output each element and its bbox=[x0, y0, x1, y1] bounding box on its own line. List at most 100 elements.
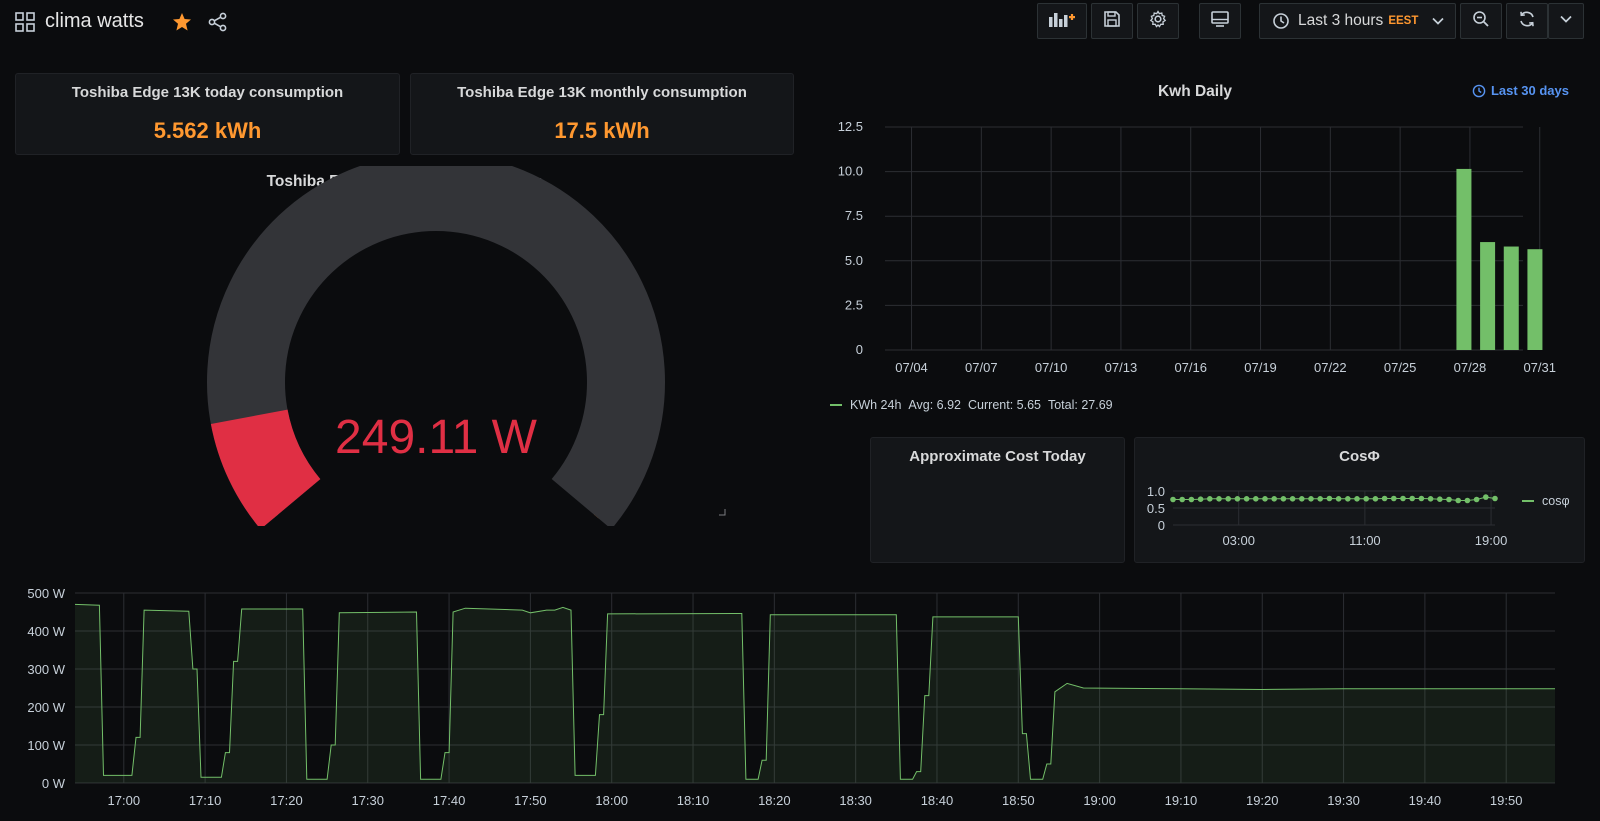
x-tick-label: 07/07 bbox=[965, 360, 998, 375]
save-icon bbox=[1103, 10, 1121, 33]
x-tick-label: 07/04 bbox=[895, 360, 928, 375]
x-tick-label: 03:00 bbox=[1222, 533, 1255, 548]
y-tick-label: 300 W bbox=[27, 662, 65, 677]
apps-grid-icon[interactable] bbox=[14, 10, 36, 34]
add-panel-icon bbox=[1047, 9, 1077, 34]
y-tick-label: 0 W bbox=[42, 776, 66, 791]
cosphi-chart: 0 0.5 1.0 03:00 11:00 19:00 bbox=[1147, 484, 1507, 548]
data-point bbox=[1271, 496, 1277, 502]
y-tick-label: 0 bbox=[1158, 518, 1165, 533]
gauge-panel: Toshiba Edge 13K Current Wattage 249.11 … bbox=[15, 166, 795, 526]
data-point bbox=[1170, 496, 1176, 503]
zoom-out-button[interactable] bbox=[1460, 3, 1502, 39]
star-icon[interactable] bbox=[171, 11, 193, 33]
x-tick-label: 19:00 bbox=[1083, 793, 1116, 808]
x-tick-label: 19:40 bbox=[1409, 793, 1442, 808]
x-tick-label: 07/25 bbox=[1384, 360, 1417, 375]
add-panel-button[interactable] bbox=[1037, 3, 1087, 39]
dashboard-settings-button[interactable] bbox=[1137, 3, 1179, 39]
x-tick-label: 18:20 bbox=[758, 793, 791, 808]
x-tick-label: 19:50 bbox=[1490, 793, 1523, 808]
data-point bbox=[1483, 494, 1489, 500]
x-tick-label: 17:30 bbox=[351, 793, 384, 808]
y-tick-label: 100 W bbox=[27, 738, 65, 753]
data-point bbox=[1400, 495, 1406, 502]
x-tick-label: 07/10 bbox=[1035, 360, 1068, 375]
y-tick-label: 0 bbox=[856, 342, 863, 357]
y-tick-label: 7.5 bbox=[845, 208, 863, 223]
bar bbox=[1456, 168, 1472, 350]
cost-today-title: Approximate Cost Today bbox=[909, 448, 1086, 465]
x-tick-label: 07/31 bbox=[1523, 360, 1556, 375]
data-point bbox=[1289, 496, 1296, 502]
legend-total: Total: 27.69 bbox=[1047, 398, 1113, 412]
stat-panel-monthly: Toshiba Edge 13K monthly consumption 17.… bbox=[410, 73, 794, 155]
data-point bbox=[1363, 496, 1369, 502]
x-tick-label: 18:10 bbox=[677, 793, 710, 808]
tv-mode-button[interactable] bbox=[1199, 3, 1241, 39]
y-tick-label: 10.0 bbox=[838, 164, 863, 179]
data-point bbox=[1308, 496, 1314, 502]
kwh-daily-legend[interactable]: KWh 24h Avg: 6.92 Current: 5.65 Total: 2… bbox=[830, 398, 1113, 412]
stat-monthly-value: 17.5 kWh bbox=[554, 118, 650, 143]
legend-avg: Avg: 6.92 bbox=[908, 398, 962, 412]
cosphi-legend[interactable]: cosφ bbox=[1522, 494, 1570, 508]
x-tick-label: 07/19 bbox=[1244, 360, 1277, 375]
data-point bbox=[1253, 496, 1259, 502]
data-point bbox=[1381, 495, 1388, 502]
gauge-value-arc bbox=[210, 408, 321, 526]
cost-today-panel: Approximate Cost Today bbox=[870, 437, 1125, 563]
data-point bbox=[1455, 497, 1461, 504]
x-tick-label: 07/16 bbox=[1174, 360, 1207, 375]
x-tick-label: 18:40 bbox=[921, 793, 954, 808]
y-tick-label: 400 W bbox=[27, 624, 65, 639]
data-point bbox=[1372, 496, 1379, 502]
x-tick-label: 19:20 bbox=[1246, 793, 1279, 808]
tv-mode-icon bbox=[1210, 10, 1230, 33]
kwh-daily-panel: Kwh Daily Last 30 days 0 2.5 5.0 7.5 10.0 12.… bbox=[805, 73, 1585, 418]
gauge-chart: 249.11 W bbox=[207, 166, 726, 526]
x-tick-label: 17:00 bbox=[108, 793, 141, 808]
save-dashboard-button[interactable] bbox=[1091, 3, 1133, 39]
stat-monthly-title: Toshiba Edge 13K monthly consumption bbox=[457, 84, 747, 101]
legend-swatch bbox=[830, 404, 842, 406]
y-tick-label: 2.5 bbox=[845, 297, 863, 312]
data-point bbox=[1299, 496, 1305, 502]
timezone-badge: EEST bbox=[1388, 15, 1419, 27]
y-tick-label: 0.5 bbox=[1147, 501, 1165, 516]
legend-current: Current: 5.65 bbox=[968, 398, 1041, 412]
data-point bbox=[1345, 496, 1351, 502]
y-tick-label: 1.0 bbox=[1147, 484, 1165, 499]
refresh-interval-dropdown[interactable] bbox=[1548, 3, 1584, 39]
stat-today-title: Toshiba Edge 13K today consumption bbox=[71, 84, 344, 101]
data-point bbox=[1409, 495, 1415, 502]
stat-today-value: 5.562 kWh bbox=[153, 118, 262, 143]
data-point bbox=[1216, 496, 1222, 502]
data-point bbox=[1234, 496, 1241, 502]
data-point bbox=[1437, 496, 1443, 502]
y-tick-label: 200 W bbox=[27, 700, 65, 715]
refresh-icon bbox=[1518, 10, 1536, 33]
time-range-label: Last 3 hours bbox=[1298, 12, 1384, 29]
data-point bbox=[1225, 496, 1231, 502]
legend-series-name: KWh 24h bbox=[850, 398, 902, 412]
wattage-timeseries-chart: 0 W 100 W 200 W 300 W 400 W 500 W 17:00 17:10 17… bbox=[27, 586, 1555, 808]
data-point bbox=[1243, 496, 1250, 502]
x-tick-label: 11:00 bbox=[1349, 533, 1381, 548]
refresh-button[interactable] bbox=[1506, 3, 1548, 39]
x-tick-label: 17:10 bbox=[189, 793, 222, 808]
x-tick-label: 19:10 bbox=[1165, 793, 1198, 808]
x-tick-label: 07/13 bbox=[1105, 360, 1138, 375]
data-point bbox=[1492, 495, 1498, 502]
bar bbox=[1503, 246, 1519, 350]
share-icon[interactable] bbox=[207, 11, 229, 33]
data-point bbox=[1207, 496, 1213, 502]
bar bbox=[1527, 249, 1543, 350]
data-point bbox=[1317, 496, 1323, 502]
data-point bbox=[1179, 496, 1185, 503]
time-range-picker[interactable]: Last 3 hours EEST bbox=[1259, 3, 1456, 39]
x-tick-label: 07/28 bbox=[1454, 360, 1487, 375]
dashboard-title[interactable]: clima watts bbox=[45, 10, 144, 33]
data-point bbox=[1188, 496, 1195, 503]
data-point bbox=[1418, 495, 1425, 502]
